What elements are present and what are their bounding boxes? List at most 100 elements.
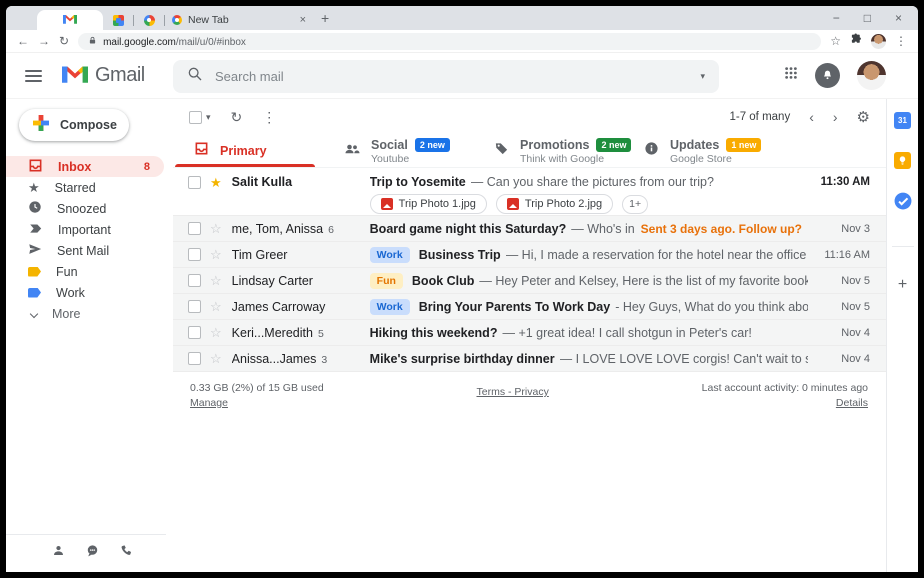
activity-details-link[interactable]: Details (702, 397, 868, 409)
tab-promotions[interactable]: Promotions 2 new Think with Google (473, 135, 623, 167)
newer-page-icon[interactable]: ‹ (809, 109, 814, 125)
window-close-button[interactable]: × (895, 11, 902, 25)
back-icon[interactable]: ← (17, 34, 29, 48)
row-checkbox[interactable] (188, 248, 201, 261)
account-avatar[interactable] (857, 61, 886, 90)
email-time: Nov 5 (808, 301, 870, 313)
star-toggle-icon[interactable] (210, 326, 222, 340)
phone-icon[interactable] (120, 544, 133, 562)
apps-grid-icon[interactable] (784, 66, 798, 85)
star-toggle-icon[interactable] (210, 176, 222, 190)
email-row[interactable]: Lindsay Carter Fun Book Club — Hey Peter… (173, 268, 886, 294)
inbox-unread-count: 8 (144, 161, 164, 173)
tasks-icon[interactable] (894, 192, 912, 215)
tab-new-tab[interactable]: New Tab × (165, 10, 313, 30)
attachment-chip[interactable]: Trip Photo 1.jpg (370, 194, 487, 214)
sidebar-item-label: Inbox (58, 160, 91, 174)
url-path: /mail/u/0/#inbox (176, 37, 246, 48)
search-options-caret-icon[interactable]: ▾ (700, 71, 705, 82)
browser-address-bar: ← → ↻ mail.google.com/mail/u/0/#inbox ☆ … (6, 30, 918, 53)
tab-social[interactable]: Social 2 new Youtube (323, 135, 473, 167)
reload-icon[interactable]: ↻ (59, 34, 69, 48)
tab-close-icon[interactable]: × (300, 14, 306, 26)
refresh-icon[interactable]: ↻ (231, 109, 243, 126)
manage-storage-link[interactable]: Manage (190, 397, 324, 409)
star-toggle-icon[interactable] (210, 274, 222, 288)
email-subject: Mike's surprise birthday dinner (370, 352, 555, 366)
sidebar-item-label: Starred (55, 181, 96, 195)
extensions-icon[interactable] (850, 32, 862, 50)
gmail-wordmark: Gmail (95, 64, 145, 87)
notifications-icon[interactable] (815, 63, 840, 88)
sidebar-item-snoozed[interactable]: Snoozed (6, 198, 173, 219)
email-row[interactable]: Tim Greer Work Business Trip — Hi, I mad… (173, 242, 886, 268)
browser-menu-icon[interactable]: ⋮ (895, 34, 907, 48)
storage-usage: 0.33 GB (2%) of 15 GB used (190, 382, 324, 394)
attachment-name: Trip Photo 2.jpg (525, 198, 602, 210)
more-options-icon[interactable]: ⋮ (262, 109, 276, 126)
email-row[interactable]: Keri...Meredith 5 Hiking this weekend? —… (173, 320, 886, 346)
email-row[interactable]: me, Tom, Anissa 6 Board game night this … (173, 216, 886, 242)
sidebar-item-sent[interactable]: Sent Mail (6, 240, 173, 261)
sidebar-item-fun[interactable]: Fun (6, 261, 173, 282)
star-toggle-icon[interactable] (210, 248, 222, 262)
followup-flag: Sent 3 days ago. Follow up? (641, 222, 802, 236)
calendar-icon[interactable]: 31 (894, 112, 911, 129)
row-checkbox[interactable] (188, 352, 201, 365)
url-bar[interactable]: mail.google.com/mail/u/0/#inbox (78, 33, 821, 50)
main-menu-icon[interactable] (25, 70, 42, 82)
window-maximize-button[interactable]: □ (864, 11, 871, 25)
contacts-icon[interactable] (52, 544, 65, 562)
tab-gmail[interactable] (37, 10, 103, 30)
tab-primary[interactable]: Primary (173, 135, 323, 167)
email-sender: Anissa...James 3 (232, 352, 370, 366)
email-sender: me, Tom, Anissa 6 (232, 222, 370, 236)
sidebar-item-important[interactable]: Important (6, 219, 173, 240)
email-row[interactable]: James Carroway Work Bring Your Parents T… (173, 294, 886, 320)
row-checkbox[interactable] (188, 176, 201, 189)
hangouts-chat-icon[interactable] (86, 544, 99, 562)
attachment-chip[interactable]: Trip Photo 2.jpg (496, 194, 613, 214)
sidebar-item-label: Work (56, 286, 85, 300)
row-checkbox[interactable] (188, 326, 201, 339)
sidebar-item-work[interactable]: Work (6, 282, 173, 303)
category-tabs: Primary Social 2 new Youtube Promotions (173, 135, 886, 168)
tab-subtitle: Youtube (371, 153, 450, 165)
star-icon: ★ (28, 180, 40, 196)
sidebar-item-more[interactable]: More (6, 303, 173, 324)
search-input[interactable]: Search mail ▾ (173, 60, 719, 93)
email-row[interactable]: Anissa...James 3 Mike's surprise birthda… (173, 346, 886, 372)
star-toggle-icon[interactable] (210, 352, 222, 366)
email-subject: Business Trip (419, 248, 501, 262)
star-toggle-icon[interactable] (210, 300, 222, 314)
email-row[interactable]: Salit Kulla Trip to Yosemite — Can you s… (173, 168, 886, 216)
row-checkbox[interactable] (188, 222, 201, 235)
window-minimize-button[interactable]: − (833, 11, 840, 25)
new-tab-button[interactable]: + (321, 10, 329, 26)
select-all-checkbox[interactable] (189, 111, 202, 124)
bookmark-star-icon[interactable]: ☆ (830, 34, 841, 48)
forward-icon[interactable]: → (38, 34, 50, 48)
settings-gear-icon[interactable]: ⚙ (857, 108, 870, 126)
star-toggle-icon[interactable] (210, 222, 222, 236)
select-caret-icon[interactable]: ▾ (206, 112, 211, 123)
info-icon (644, 141, 659, 161)
compose-button[interactable]: Compose (19, 109, 129, 141)
email-subject: Hiking this weekend? (370, 326, 498, 340)
browser-profile-avatar[interactable] (871, 34, 886, 49)
row-checkbox[interactable] (188, 274, 201, 287)
more-attachments-chip[interactable]: 1+ (622, 195, 648, 214)
pinned-tab-2[interactable] (134, 10, 164, 30)
terms-privacy-link[interactable]: Terms - Privacy (476, 386, 548, 398)
row-checkbox[interactable] (188, 300, 201, 313)
sidebar-item-inbox[interactable]: Inbox 8 (6, 156, 164, 177)
get-addons-icon[interactable]: + (898, 276, 907, 294)
search-icon (187, 66, 203, 87)
older-page-icon[interactable]: › (833, 109, 838, 125)
image-attachment-icon (381, 198, 393, 210)
gmail-logo[interactable]: Gmail (62, 63, 145, 88)
sidebar-item-starred[interactable]: ★ Starred (6, 177, 173, 198)
pinned-tab-1[interactable] (103, 10, 133, 30)
tab-updates[interactable]: Updates 1 new Google Store (623, 135, 773, 167)
keep-icon[interactable] (894, 152, 911, 169)
